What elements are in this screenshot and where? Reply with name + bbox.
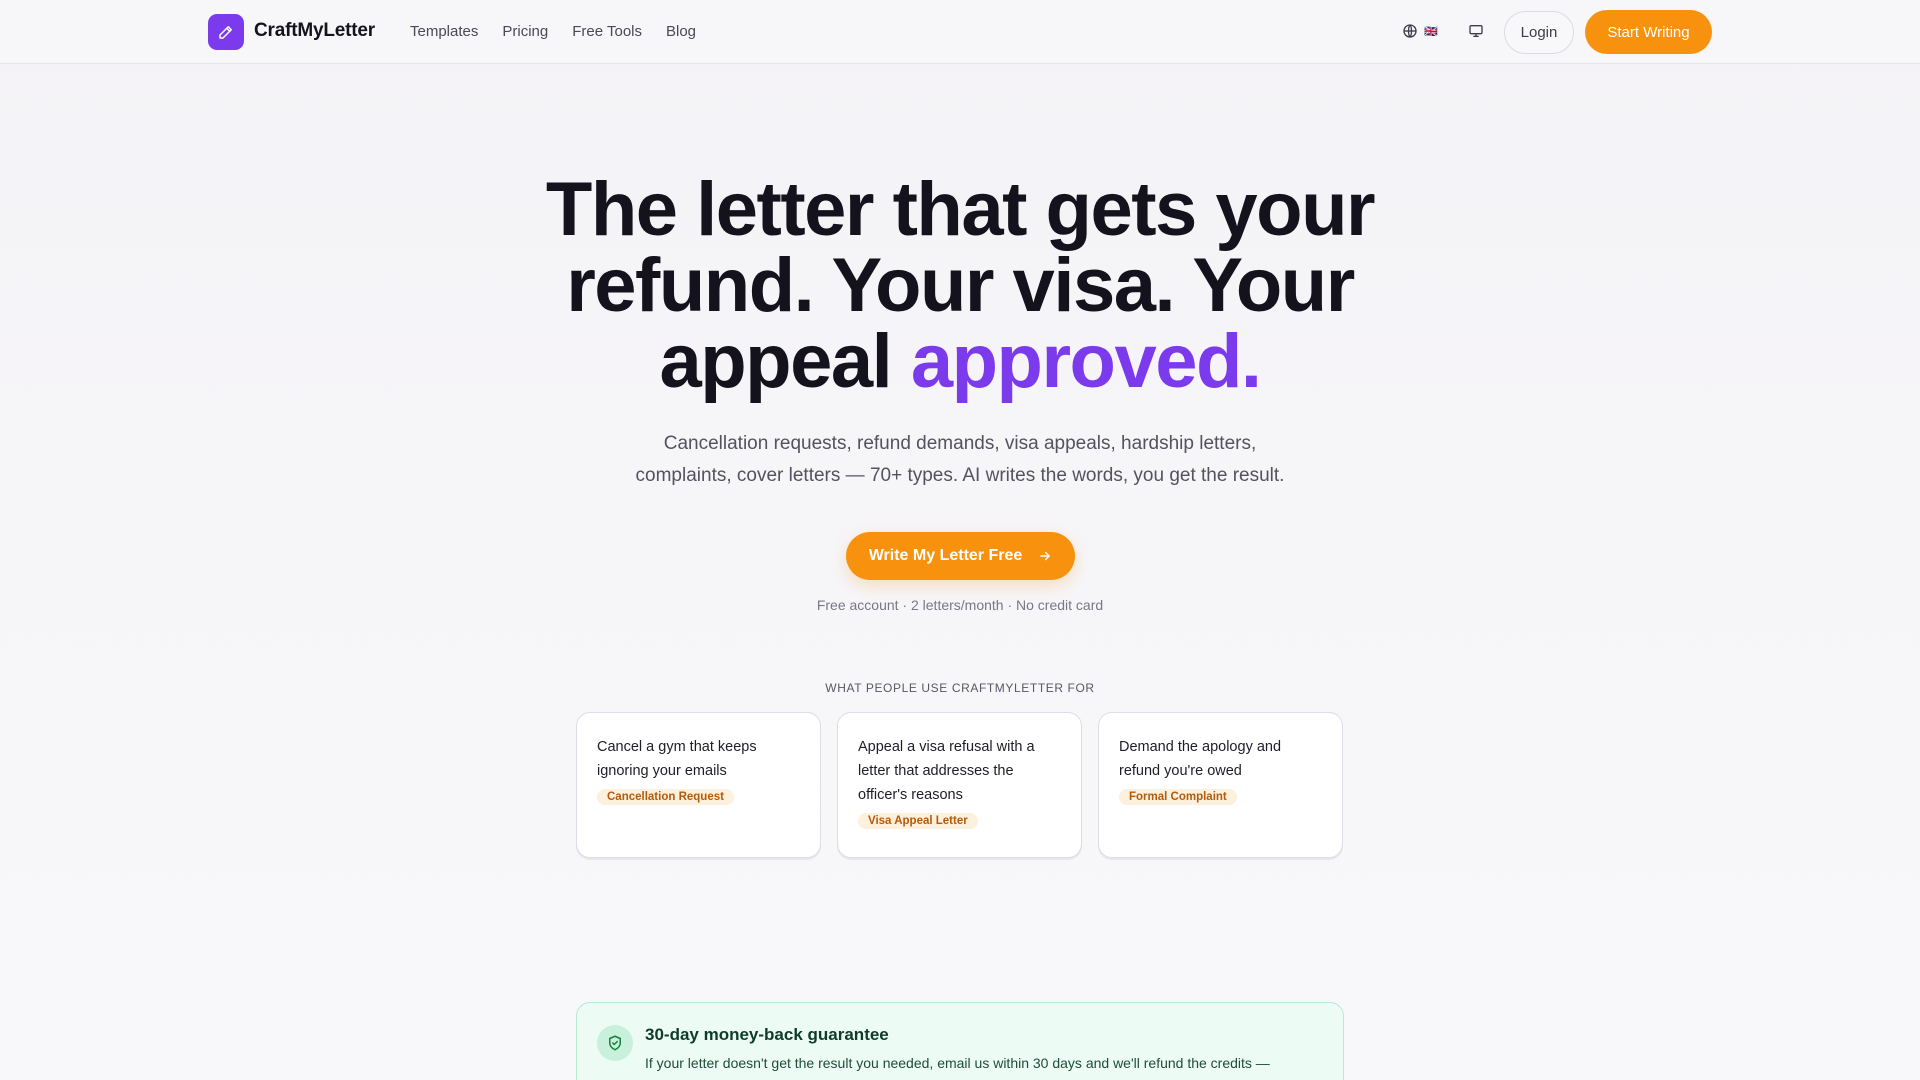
language-switcher[interactable]: 🇬🇧 bbox=[1402, 23, 1438, 39]
shield-check-icon bbox=[597, 1025, 633, 1061]
guarantee-banner: 30-day money-back guarantee If your lett… bbox=[576, 1002, 1344, 1080]
uk-flag-icon: 🇬🇧 bbox=[1424, 25, 1438, 38]
use-case-tag: Visa Appeal Letter bbox=[858, 813, 978, 829]
globe-icon bbox=[1403, 24, 1417, 38]
cta-note: Free account · 2 letters/month · No cred… bbox=[816, 597, 1104, 613]
nav-free-tools[interactable]: Free Tools bbox=[572, 23, 642, 40]
pen-logo-icon[interactable] bbox=[208, 14, 244, 50]
hero-subtitle-line2: complaints, cover letters — 70+ types. A… bbox=[635, 465, 1285, 486]
use-case-card[interactable]: Demand the apology and refund you're owe… bbox=[1098, 712, 1343, 858]
hero-title-line3: appeal bbox=[659, 319, 911, 404]
hero-title-accent: approved. bbox=[910, 319, 1262, 404]
guarantee-title: 30-day money-back guarantee bbox=[645, 1025, 889, 1044]
nav-pricing[interactable]: Pricing bbox=[502, 23, 548, 40]
hero-title-line1: The letter that gets your bbox=[545, 167, 1376, 252]
use-case-text: Demand the apology and refund you're owe… bbox=[1119, 739, 1282, 779]
monitor-icon bbox=[1469, 24, 1483, 37]
hero-title-line2: refund. Your visa. Your bbox=[566, 243, 1355, 328]
login-button[interactable]: Login bbox=[1504, 11, 1574, 54]
arrow-right-icon bbox=[1040, 551, 1051, 561]
use-case-card[interactable]: Cancel a gym that keeps ignoring your em… bbox=[576, 712, 821, 858]
use-case-card[interactable]: Appeal a visa refusal with a letter that… bbox=[837, 712, 1082, 858]
hero-subtitle-line1: Cancellation requests, refund demands, v… bbox=[663, 433, 1257, 454]
hero-title: The letter that gets your refund. Your v… bbox=[460, 172, 1460, 400]
use-case-text: Cancel a gym that keeps ignoring your em… bbox=[597, 739, 757, 779]
brand-name[interactable]: CraftMyLetter bbox=[254, 20, 375, 42]
uses-section-label: WHAT PEOPLE USE CRAFTMYLETTER FOR bbox=[825, 681, 1095, 695]
top-header: CraftMyLetter Templates Pricing Free Too… bbox=[0, 0, 1920, 64]
nav-templates[interactable]: Templates bbox=[410, 23, 478, 40]
use-case-text: Appeal a visa refusal with a letter that… bbox=[858, 739, 1035, 803]
start-writing-button[interactable]: Start Writing bbox=[1585, 10, 1712, 54]
guarantee-text: If your letter doesn't get the result yo… bbox=[645, 1055, 1270, 1071]
theme-toggle[interactable] bbox=[1468, 23, 1484, 44]
use-case-tag: Formal Complaint bbox=[1119, 789, 1237, 805]
use-case-tag: Cancellation Request bbox=[597, 789, 734, 805]
nav-blog[interactable]: Blog bbox=[666, 23, 696, 40]
hero-subtitle: Cancellation requests, refund demands, v… bbox=[560, 428, 1360, 492]
write-letter-button[interactable]: Write My Letter Free bbox=[846, 532, 1075, 580]
cta-label: Write My Letter Free bbox=[868, 547, 1023, 564]
main-nav: Templates Pricing Free Tools Blog bbox=[410, 23, 720, 40]
